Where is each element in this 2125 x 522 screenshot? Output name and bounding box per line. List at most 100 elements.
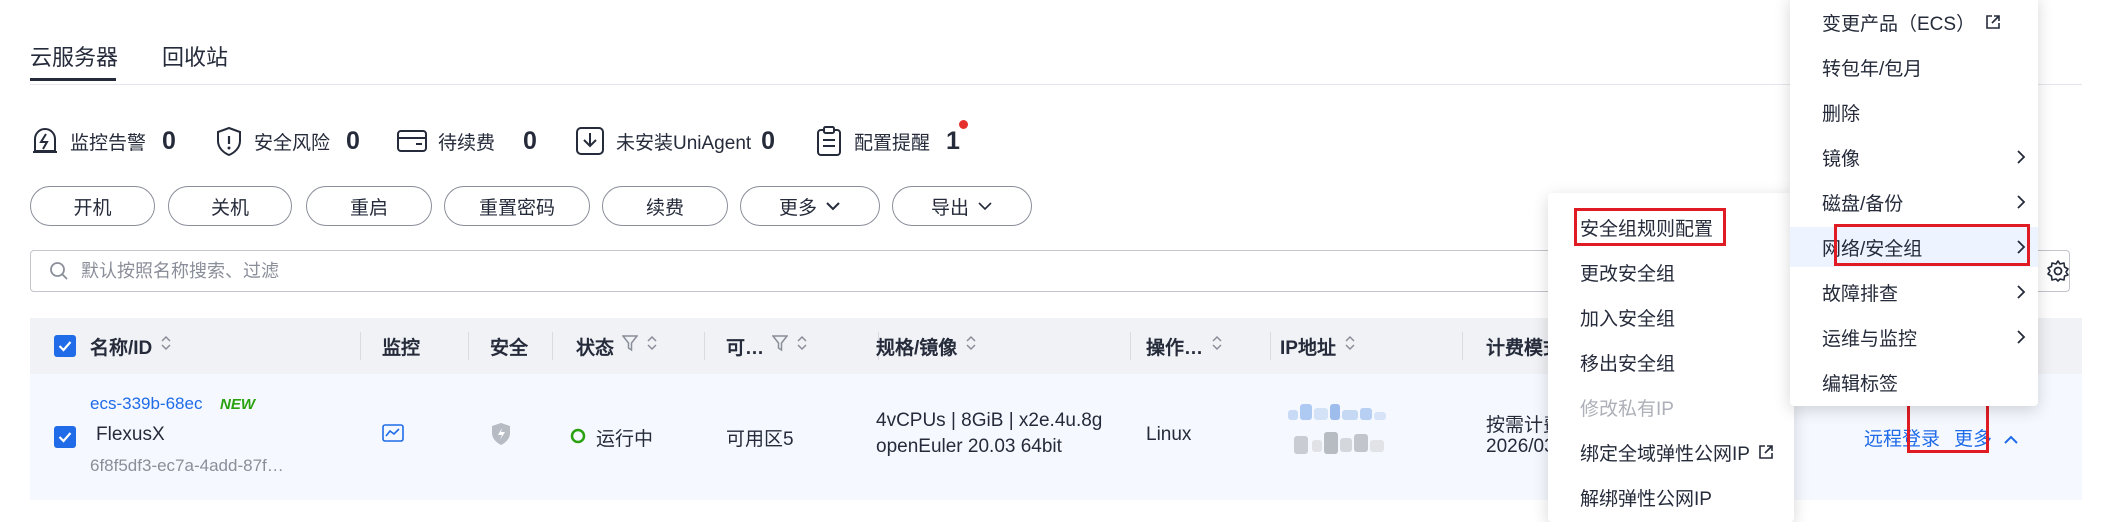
select-all-checkbox[interactable] xyxy=(54,335,76,357)
power-on-button[interactable]: 开机 xyxy=(30,186,155,226)
column-separator xyxy=(468,332,469,360)
tab-recycle-bin[interactable]: 回收站 xyxy=(162,40,228,72)
chevron-right-icon xyxy=(2017,330,2026,344)
menu-item-ops-monitor[interactable]: 运维与监控 xyxy=(1790,317,2038,357)
menu-item-label: 解绑弹性公网IP xyxy=(1580,488,1712,510)
column-status[interactable]: 状态 xyxy=(576,318,658,374)
search-input[interactable] xyxy=(79,259,1083,283)
stat-label: 待续费 xyxy=(438,132,496,154)
button-label: 关机 xyxy=(210,197,249,219)
button-label: 更多 xyxy=(778,197,817,219)
column-separator xyxy=(1130,332,1131,360)
reset-password-button[interactable]: 重置密码 xyxy=(444,186,590,226)
power-off-button[interactable]: 关机 xyxy=(168,186,292,226)
row-checkbox[interactable] xyxy=(54,426,76,448)
stat-label: 安全风险 xyxy=(254,132,331,154)
menu-item-delete[interactable]: 删除 xyxy=(1790,92,2038,132)
menu-item-label: 删除 xyxy=(1822,103,1861,125)
menu-item-bind-global-eip[interactable]: 绑定全域弹性公网IP xyxy=(1548,432,1794,472)
more-label: 更多 xyxy=(1954,429,1993,450)
sort-icon[interactable] xyxy=(796,334,808,358)
image-text: openEuler 20.03 64bit xyxy=(876,436,1062,457)
chevron-right-icon xyxy=(2017,150,2026,164)
tab-cloud-servers[interactable]: 云服务器 xyxy=(30,40,118,72)
os-text: Linux xyxy=(1146,424,1192,445)
menu-item-label: 运维与监控 xyxy=(1822,328,1918,350)
settings-gear-icon[interactable] xyxy=(2046,259,2070,283)
status-text: 运行中 xyxy=(596,429,654,450)
sort-icon[interactable] xyxy=(1211,334,1223,358)
restart-button[interactable]: 重启 xyxy=(306,186,432,226)
stat-pending-renewal[interactable]: 待续费 0 xyxy=(396,124,537,158)
column-ip-address[interactable]: IP地址 xyxy=(1280,318,1356,374)
active-tab-indicator xyxy=(30,78,116,81)
menu-item-convert-yearly[interactable]: 转包年/包月 xyxy=(1790,47,2038,87)
menu-item-label: 磁盘/备份 xyxy=(1822,193,1904,215)
menu-item-edit-tags[interactable]: 编辑标签 xyxy=(1790,362,2038,402)
search-icon xyxy=(50,262,68,280)
download-box-icon xyxy=(576,127,604,155)
column-name-id[interactable]: 名称/ID xyxy=(90,318,172,374)
instance-name-link[interactable]: ecs-339b-68ec xyxy=(90,394,202,414)
stat-value: 0 xyxy=(162,126,176,155)
stat-label: 监控告警 xyxy=(70,132,147,154)
menu-item-label: 移出安全组 xyxy=(1580,353,1676,375)
check-icon xyxy=(58,432,72,443)
sort-icon[interactable] xyxy=(965,334,977,358)
menu-item-modify-private-ip: 修改私有IP xyxy=(1548,387,1794,427)
status-running-icon xyxy=(570,428,586,444)
button-label: 续费 xyxy=(645,197,684,219)
chevron-up-icon xyxy=(2004,435,2019,444)
availability-zone: 可用区5 xyxy=(726,429,794,450)
renew-button[interactable]: 续费 xyxy=(602,186,728,226)
security-shield-icon[interactable] xyxy=(490,422,512,446)
stat-label: 配置提醒 xyxy=(854,132,931,154)
check-icon xyxy=(58,341,72,352)
monitor-chart-icon[interactable] xyxy=(382,424,404,444)
menu-item-troubleshoot[interactable]: 故障排查 xyxy=(1790,272,2038,312)
export-button[interactable]: 导出 xyxy=(892,186,1032,226)
menu-item-remove-sg[interactable]: 移出安全组 xyxy=(1548,342,1794,382)
stat-security-risk[interactable]: 安全风险 0 xyxy=(214,124,360,158)
menu-item-network-sg[interactable]: 网络/安全组 xyxy=(1790,227,2038,267)
column-separator xyxy=(1270,332,1271,360)
column-spec-image[interactable]: 规格/镜像 xyxy=(876,318,977,374)
column-security: 安全 xyxy=(490,318,528,374)
menu-item-change-product[interactable]: 变更产品（ECS） xyxy=(1790,2,2038,42)
tab-divider xyxy=(30,84,2082,85)
remote-login-link[interactable]: 远程登录 xyxy=(1864,424,1940,451)
sort-icon[interactable] xyxy=(160,334,172,358)
column-separator xyxy=(704,332,705,360)
sort-icon[interactable] xyxy=(1344,334,1356,358)
menu-item-label: 修改私有IP xyxy=(1580,398,1674,420)
stat-label: 未安装UniAgent xyxy=(616,132,752,154)
alarm-icon xyxy=(33,128,57,153)
menu-item-label: 安全组规则配置 xyxy=(1580,218,1714,240)
stat-monitor-alarm[interactable]: 监控告警 0 xyxy=(30,124,176,158)
more-operations-link[interactable]: 更多 xyxy=(1954,424,2019,451)
more-actions-button[interactable]: 更多 xyxy=(740,186,880,226)
stat-value: 1 xyxy=(946,126,960,155)
menu-item-unbind-eip[interactable]: 解绑弹性公网IP xyxy=(1548,477,1794,517)
clipboard-icon xyxy=(817,126,841,156)
stat-uniagent[interactable]: 未安装UniAgent 0 xyxy=(574,124,775,158)
button-label: 重置密码 xyxy=(478,197,555,219)
filter-icon[interactable] xyxy=(771,334,789,358)
menu-item-label: 加入安全组 xyxy=(1580,308,1676,330)
sort-icon[interactable] xyxy=(646,334,658,358)
new-badge: NEW xyxy=(220,396,255,413)
menu-item-sg-rules[interactable]: 安全组规则配置 xyxy=(1548,207,1794,247)
column-os[interactable]: 操作… xyxy=(1146,318,1223,374)
chevron-right-icon xyxy=(2017,195,2026,209)
menu-item-label: 编辑标签 xyxy=(1822,373,1899,395)
menu-item-change-sg[interactable]: 更改安全组 xyxy=(1548,252,1794,292)
column-az[interactable]: 可… xyxy=(726,318,808,374)
button-label: 开机 xyxy=(73,197,112,219)
menu-item-disk-backup[interactable]: 磁盘/备份 xyxy=(1790,182,2038,222)
stat-value: 0 xyxy=(346,126,360,155)
filter-icon[interactable] xyxy=(621,334,639,358)
menu-item-join-sg[interactable]: 加入安全组 xyxy=(1548,297,1794,337)
stat-config-reminder[interactable]: 配置提醒 1 xyxy=(814,124,960,158)
menu-item-image[interactable]: 镜像 xyxy=(1790,137,2038,177)
chevron-down-icon xyxy=(826,202,840,211)
